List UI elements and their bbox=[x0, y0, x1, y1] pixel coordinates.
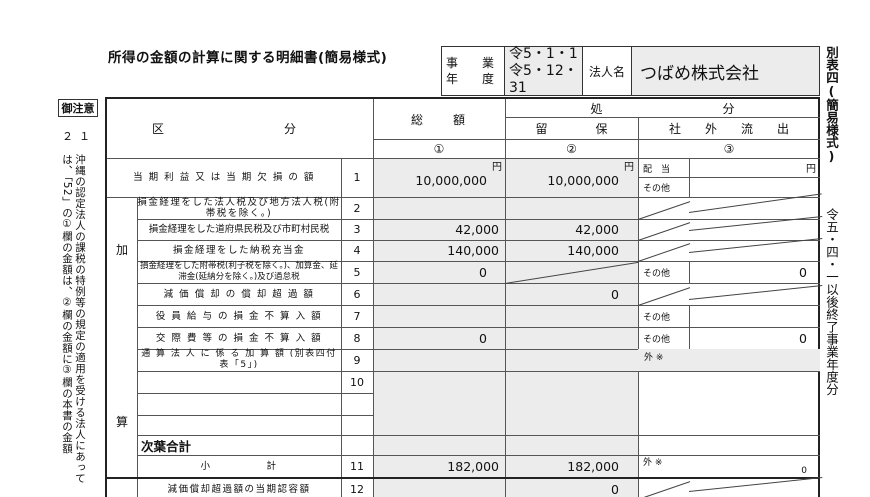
row-2-label: 損金経理をした法人税及び地方法人税(附帯税を除く。) bbox=[137, 197, 341, 219]
fiscal-period[interactable]: 令5・1・1 令5・12・31 bbox=[505, 46, 583, 97]
row-1-label: 当 期 利 益 又 は 当 期 欠 損 の 額 bbox=[133, 172, 315, 183]
row-8-no: 8 bbox=[353, 331, 361, 345]
row-11-shagai[interactable]: 0 bbox=[689, 465, 813, 477]
row-7-no: 7 bbox=[353, 309, 361, 323]
row-11-gai: 外 ※ bbox=[643, 457, 663, 468]
row-3-ryuho[interactable]: 42,000 bbox=[505, 219, 625, 240]
row-11-no: 11 bbox=[350, 459, 364, 473]
row-3-no: 3 bbox=[353, 223, 361, 236]
row-7-sonota: その他 bbox=[643, 312, 671, 323]
yen-2: 円 bbox=[624, 162, 634, 173]
row-2-no: 2 bbox=[353, 201, 361, 215]
row-6-no: 6 bbox=[353, 287, 361, 301]
fiscal-year-label: 事 業 年 度 bbox=[442, 47, 505, 95]
row-9-label: 通 算 法 人 に 係 る 加 算 額 (別表四付表「5」) bbox=[141, 349, 337, 370]
row-4-label: 損金経理をした納税充当金 bbox=[172, 245, 305, 256]
row-12-ryuho[interactable]: 0 bbox=[505, 479, 625, 497]
shagai-header: 社 外 流 出 bbox=[668, 121, 789, 136]
period-end[interactable]: 令5・12・31 bbox=[509, 63, 582, 97]
income-calc-table: 区 分 総 額 処 分 留 保 社 外 流 出 ① ② ③ 当 期 利 益 又 … bbox=[105, 97, 823, 497]
kasan-char-2: 算 bbox=[115, 414, 128, 429]
jiyo-total-label: 次葉合計 bbox=[141, 438, 192, 454]
row-9-no: 9 bbox=[353, 353, 361, 367]
yen-3: 円 bbox=[806, 164, 816, 175]
row-8-total[interactable]: 0 bbox=[373, 327, 493, 349]
row-1-ryuho[interactable]: 10,000,000 bbox=[505, 165, 625, 195]
row-4-ryuho[interactable]: 140,000 bbox=[505, 240, 625, 261]
row-3-label: 損金経理をした道府県民税及び市町村民税 bbox=[148, 224, 330, 235]
total-header: 総 額 bbox=[410, 112, 467, 127]
row-1-no: 1 bbox=[353, 171, 361, 184]
col-num-1: ① bbox=[433, 141, 445, 156]
page-title: 所得の金額の計算に関する明細書(簡易様式) bbox=[108, 50, 388, 66]
kubun-header: 区 分 bbox=[151, 122, 296, 136]
fiscal-year-label-2: 年 度 bbox=[445, 72, 500, 86]
kasan-char-1: 加 bbox=[115, 242, 128, 257]
row-4-total[interactable]: 140,000 bbox=[373, 240, 505, 261]
row-10-no: 10 bbox=[350, 375, 364, 389]
fiscal-year-label-1: 事 業 bbox=[445, 56, 500, 70]
row-1-sonota: その他 bbox=[643, 183, 671, 194]
row-11-ryuho[interactable]: 182,000 bbox=[505, 455, 625, 477]
row-5-total[interactable]: 0 bbox=[373, 261, 493, 283]
period-applicability: 令五・四・一以後終了事業年度分 bbox=[824, 208, 839, 396]
row-1-haito: 配 当 bbox=[643, 164, 671, 175]
row-5-label: 損金経理をした附帯税(利子税を除く。)、加算金、延滞金(延納分を除く。)及び過怠… bbox=[140, 261, 338, 282]
row-11-total[interactable]: 182,000 bbox=[373, 455, 505, 477]
period-start[interactable]: 令5・1・1 bbox=[509, 46, 582, 63]
col-num-3: ③ bbox=[723, 141, 735, 156]
notes-heading: 御注意 bbox=[58, 99, 98, 117]
row-9-gai: 外 ※ bbox=[638, 349, 820, 371]
row-4-no: 4 bbox=[353, 244, 361, 257]
row-5-shagai[interactable]: 0 bbox=[689, 261, 813, 283]
row-11-label: 小 計 bbox=[200, 460, 278, 472]
row-8-label: 交 際 費 等 の 損 金 不 算 入 額 bbox=[155, 332, 323, 344]
row-6-ryuho[interactable]: 0 bbox=[505, 283, 625, 305]
header-box: 事 業 年 度 令5・1・1 令5・12・31 法人名 つばめ株式会社 bbox=[441, 46, 820, 96]
row-8-shagai[interactable]: 0 bbox=[689, 327, 813, 349]
row-7-label: 役 員 給 与 の 損 金 不 算 入 額 bbox=[155, 310, 323, 322]
row-1-total[interactable]: 10,000,000 bbox=[373, 165, 493, 195]
col-num-2: ② bbox=[566, 141, 577, 156]
row-8-sonota: その他 bbox=[643, 334, 671, 345]
shobun-header: 処 分 bbox=[590, 101, 735, 116]
row-3-total[interactable]: 42,000 bbox=[373, 219, 505, 240]
notes-text: 沖縄の認定法人の課税の特例等の規定の適用を受ける法人にあっては、「52」の①欄の… bbox=[61, 154, 86, 484]
row-5-sonota: その他 bbox=[643, 268, 671, 279]
yen-1: 円 bbox=[492, 162, 502, 173]
row-6-label: 減 価 償 却 の 償 却 超 過 額 bbox=[163, 288, 315, 300]
row-5-no: 5 bbox=[353, 265, 361, 279]
ryuho-header: 留 保 bbox=[535, 121, 608, 136]
row-12-no: 12 bbox=[350, 482, 364, 496]
corp-name-label: 法人名 bbox=[583, 47, 632, 95]
corp-name-field[interactable]: つばめ株式会社 bbox=[632, 47, 819, 95]
notes-number: ２１ bbox=[62, 130, 96, 143]
form-number: 別表四(簡易様式) bbox=[824, 46, 839, 164]
row-12-label: 減価償却超過額の当期認容額 bbox=[167, 483, 311, 495]
